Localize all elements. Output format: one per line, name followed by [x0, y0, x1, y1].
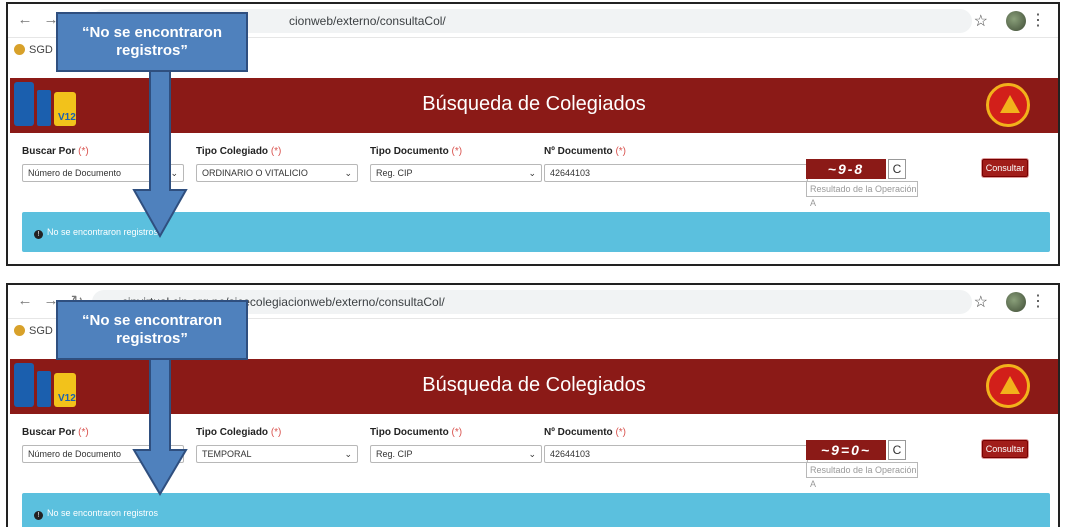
chevron-down-icon: ⌄ [528, 449, 536, 459]
annotation-arrow [132, 358, 188, 496]
chevron-down-icon: ⌄ [344, 168, 352, 178]
kebab-icon[interactable]: ⋮ [1030, 10, 1046, 30]
tipo-documento-field: Tipo Documento (*) Reg. CIP ⌄ [370, 427, 542, 463]
url-text: cionweb/externo/consultaCol/ [289, 14, 446, 28]
buscar-por-field: Buscar Por (*) Número de Documento⌄ [22, 146, 184, 182]
tipo-colegiado-select[interactable]: ORDINARIO O VITALICIO ⌄ [196, 164, 358, 182]
arrow-left-icon[interactable]: ← [16, 11, 34, 28]
bookmark-item[interactable]: SGD - [14, 44, 60, 56]
buscar-por-field: Buscar Por (*) Número de Documento⌄ [22, 427, 184, 463]
avatar[interactable] [1006, 292, 1026, 312]
institution-seal-icon [986, 83, 1030, 127]
star-icon[interactable]: ☆ [974, 11, 988, 31]
nro-documento-field: Nº Documento (*) 42644103 [544, 427, 808, 463]
tipo-documento-select[interactable]: Reg. CIP ⌄ [370, 445, 542, 463]
info-icon: ! [34, 511, 43, 520]
tipo-colegiado-select[interactable]: TEMPORAL ⌄ [196, 445, 358, 463]
refresh-icon[interactable]: C [888, 159, 906, 179]
captcha-image: ~9=0~ [806, 440, 886, 460]
bookmark-favicon-icon [14, 44, 25, 55]
consultar-button[interactable]: Consultar [982, 159, 1028, 177]
annotation-callout: “No se encontraron registros” [56, 12, 248, 72]
nro-documento-input[interactable]: 42644103 [544, 164, 808, 182]
annotation-callout: “No se encontraron registros” [56, 300, 248, 360]
avatar[interactable] [1006, 11, 1026, 31]
tipo-colegiado-field: Tipo Colegiado (*) TEMPORAL ⌄ [196, 427, 358, 463]
captcha-answer-input[interactable]: Resultado de la Operación A [806, 181, 918, 208]
no-results-alert: ! No se encontraron registros [22, 493, 1050, 527]
captcha-image: ~9-8 [806, 159, 886, 179]
chevron-down-icon: ⌄ [528, 168, 536, 178]
tipo-documento-select[interactable]: Reg. CIP ⌄ [370, 164, 542, 182]
star-icon[interactable]: ☆ [974, 292, 988, 312]
arrow-left-icon[interactable]: ← [16, 292, 34, 309]
bookmark-favicon-icon [14, 325, 25, 336]
info-icon: ! [34, 230, 43, 239]
nro-documento-field: Nº Documento (*) 42644103 [544, 146, 808, 182]
captcha-answer-input[interactable]: Resultado de la Operación A [806, 462, 918, 489]
refresh-icon[interactable]: C [888, 440, 906, 460]
consultar-button[interactable]: Consultar [982, 440, 1028, 458]
annotation-arrow [132, 70, 188, 239]
nro-documento-input[interactable]: 42644103 [544, 445, 808, 463]
institution-seal-icon [986, 364, 1030, 408]
tipo-colegiado-field: Tipo Colegiado (*) ORDINARIO O VITALICIO… [196, 146, 358, 182]
chevron-down-icon: ⌄ [344, 449, 352, 459]
tipo-documento-field: Tipo Documento (*) Reg. CIP ⌄ [370, 146, 542, 182]
kebab-icon[interactable]: ⋮ [1030, 291, 1046, 311]
bookmark-item[interactable]: SGD - [14, 325, 60, 337]
